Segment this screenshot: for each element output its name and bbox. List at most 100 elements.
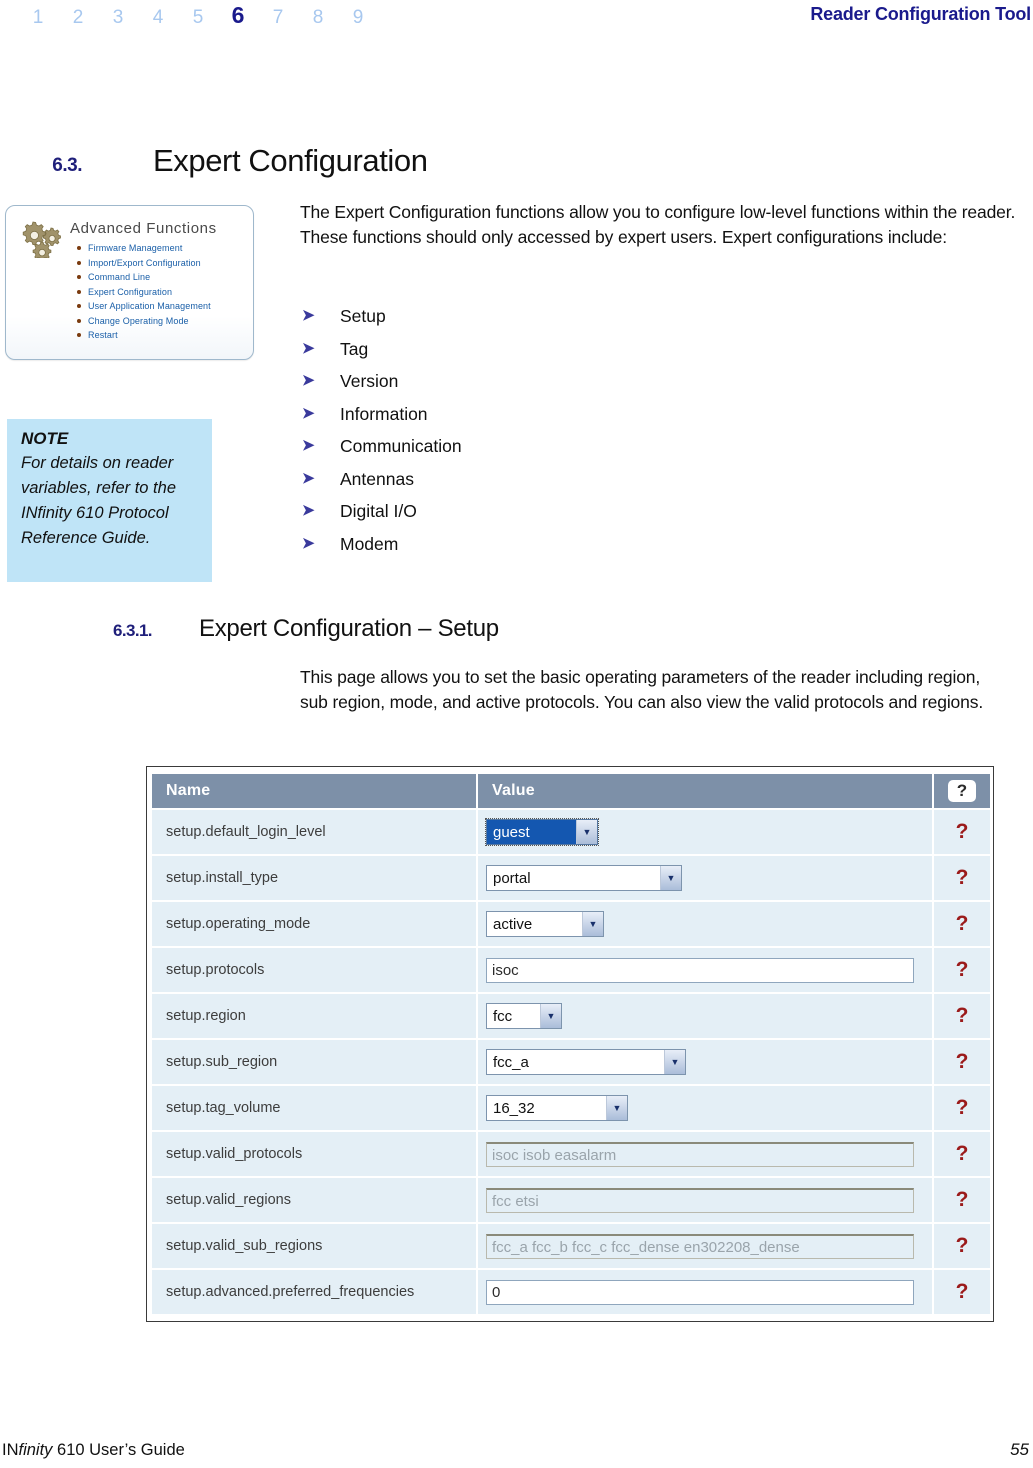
variable-value-cell: isoc [478,948,934,992]
row-help-icon[interactable]: ? [934,902,990,946]
row-help-icon[interactable]: ? [934,1132,990,1176]
page-nav-number-9[interactable]: 9 [338,7,378,29]
page-nav-number-2[interactable]: 2 [58,7,98,29]
section-heading: 6.3. Expert Configuration [0,143,1033,179]
row-help-icon[interactable]: ? [934,1178,990,1222]
variable-name-cell: setup.operating_mode [152,902,478,946]
arrow-bullet-icon: ➤ [302,534,315,552]
config-table-header-row: Name Value ? [152,774,990,808]
setup-paragraph: This page allows you to set the basic op… [300,667,984,712]
chevron-down-icon[interactable]: ▼ [582,912,603,936]
bullet-item-6: ➤ Digital I/O [300,495,700,528]
variable-value-cell: guest ▼ [478,810,934,854]
variable-name-cell: setup.valid_regions [152,1178,478,1222]
config-table-screenshot: Name Value ? setup.default_login_level gu… [146,766,994,1322]
section-number: 6.3. [52,155,82,176]
footer-page-number: 55 [1010,1440,1029,1459]
note-box: NOTE For details on reader variables, re… [7,419,212,582]
variable-value-cell: portal ▼ [478,856,934,900]
bullet-item-label: Setup [340,306,386,326]
note-label: NOTE [21,429,69,448]
advanced-functions-item-2[interactable]: Command Line [6,270,253,285]
advanced-functions-item-0[interactable]: Firmware Management [6,241,253,256]
intro-paragraph: The Expert Configuration functions allow… [300,202,1016,247]
variable-name-cell: setup.region [152,994,478,1038]
select-value: fcc_a [493,1053,529,1071]
select-setup-sub-region[interactable]: fcc_a ▼ [486,1049,686,1075]
input-setup-valid-protocols: isoc isob easalarm [486,1141,914,1167]
column-header-value: Value [478,774,934,808]
bullet-item-7: ➤ Modem [300,528,700,561]
subsection-heading: 6.3.1. Expert Configuration – Setup [0,615,1033,643]
select-value: fcc [493,1007,513,1025]
advanced-functions-item-6[interactable]: Restart [6,328,253,343]
bullet-item-2: ➤ Version [300,365,700,398]
arrow-bullet-icon: ➤ [302,372,315,389]
arrow-bullet-icon: ➤ [302,339,315,357]
table-row: setup.tag_volume 16_32 ▼? [152,1086,990,1130]
page-nav-number-8[interactable]: 8 [298,7,338,29]
arrow-bullet-icon: ➤ [302,502,315,519]
config-table: Name Value ? setup.default_login_level gu… [152,772,990,1316]
table-row: setup.advanced.preferred_frequencies 0? [152,1270,990,1314]
select-value: active [493,915,533,933]
select-setup-default-login-level[interactable]: guest ▼ [485,818,599,846]
bullet-item-label: Digital I/O [340,501,417,521]
chevron-down-icon[interactable]: ▼ [540,1004,561,1028]
select-setup-region[interactable]: fcc ▼ [486,1003,562,1029]
page-nav-number-6[interactable]: 6 [218,2,258,29]
chevron-down-icon[interactable]: ▼ [660,866,681,890]
column-header-name: Name [152,774,478,808]
section-title: Expert Configuration [153,143,428,178]
variable-name-cell: setup.install_type [152,856,478,900]
table-row: setup.sub_region fcc_a ▼? [152,1040,990,1084]
footer-prefix: IN [2,1441,19,1459]
bullet-item-label: Tag [340,338,369,359]
bullet-item-label: Modem [340,533,399,554]
page-nav-number-7[interactable]: 7 [258,7,298,29]
variable-value-cell: fcc etsi [478,1178,934,1222]
row-help-icon[interactable]: ? [934,1040,990,1084]
help-icon[interactable]: ? [948,780,976,802]
input-setup-advanced-preferred-frequencies[interactable]: 0 [486,1279,914,1305]
select-setup-operating-mode[interactable]: active ▼ [486,911,604,937]
variable-name-cell: setup.default_login_level [152,810,478,854]
variable-name-cell: setup.valid_protocols [152,1132,478,1176]
row-help-icon[interactable]: ? [934,948,990,992]
input-setup-protocols[interactable]: isoc [486,957,914,983]
advanced-functions-item-1[interactable]: Import/Export Configuration [6,256,253,271]
advanced-functions-list: Firmware Management Import/Export Configu… [6,241,253,343]
advanced-functions-item-3[interactable]: Expert Configuration [6,285,253,300]
advanced-functions-item-4[interactable]: User Application Management [6,299,253,314]
arrow-bullet-icon: ➤ [302,469,315,487]
page-nav-number-5[interactable]: 5 [178,7,218,29]
table-row: setup.protocols isoc? [152,948,990,992]
row-help-icon[interactable]: ? [934,1270,990,1314]
chevron-down-icon[interactable]: ▼ [576,820,597,844]
page-nav-number-3[interactable]: 3 [98,7,138,29]
row-help-icon[interactable]: ? [934,810,990,854]
table-row: setup.valid_sub_regions fcc_a fcc_b fcc_c… [152,1224,990,1268]
table-row: setup.operating_mode active ▼? [152,902,990,946]
row-help-icon[interactable]: ? [934,994,990,1038]
row-help-icon[interactable]: ? [934,1224,990,1268]
select-setup-tag-volume[interactable]: 16_32 ▼ [486,1095,628,1121]
page-nav-number-4[interactable]: 4 [138,7,178,29]
row-help-icon[interactable]: ? [934,1086,990,1130]
chevron-down-icon[interactable]: ▼ [664,1050,685,1074]
variable-name-cell: setup.valid_sub_regions [152,1224,478,1268]
select-value: 16_32 [493,1099,535,1117]
page-nav-number-1[interactable]: 1 [18,7,58,29]
column-header-help[interactable]: ? [934,774,990,808]
page-number-nav[interactable]: 123456789 [18,2,378,29]
subsection-title: Expert Configuration – Setup [199,615,499,642]
row-help-icon[interactable]: ? [934,856,990,900]
footer-suffix: 610 User’s Guide [52,1441,185,1459]
table-row: setup.valid_protocols isoc isob easalarm? [152,1132,990,1176]
variable-name-cell: setup.tag_volume [152,1086,478,1130]
table-row: setup.valid_regions fcc etsi? [152,1178,990,1222]
chevron-down-icon[interactable]: ▼ [606,1096,627,1120]
advanced-functions-item-5[interactable]: Change Operating Mode [6,314,253,329]
select-setup-install-type[interactable]: portal ▼ [486,865,682,891]
select-value: guest [487,820,576,844]
